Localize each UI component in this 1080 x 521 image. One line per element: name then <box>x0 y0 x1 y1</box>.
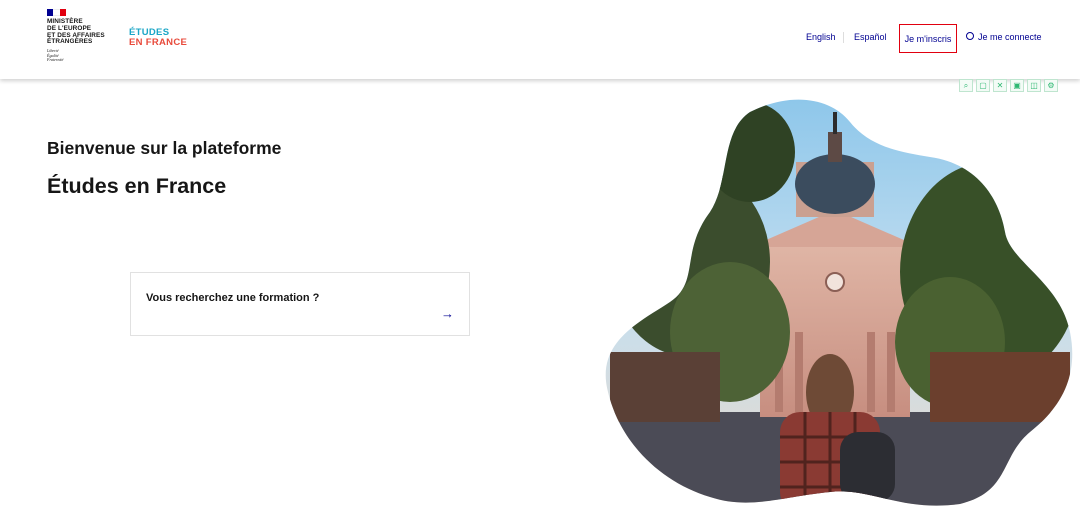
language-spanish-link[interactable]: Español <box>854 23 887 52</box>
user-icon <box>966 32 974 40</box>
image-icon[interactable]: ◫ <box>1027 79 1041 92</box>
site-header: MINISTÈRE DE L'EUROPE ET DES AFFAIRES ÉT… <box>0 0 1080 79</box>
search-icon[interactable]: ⌕ <box>959 79 973 92</box>
login-button[interactable]: Je me connecte <box>966 23 1042 52</box>
register-button[interactable]: Je m'inscris <box>899 24 957 53</box>
language-english-link[interactable]: English <box>806 23 836 52</box>
search-formation-label: Vous recherchez une formation ? <box>146 292 320 304</box>
page-title: Études en France <box>47 174 227 198</box>
ministry-logo[interactable]: MINISTÈRE DE L'EUROPE ET DES AFFAIRES ÉT… <box>47 9 113 62</box>
brand-line-2: EN FRANCE <box>129 37 188 48</box>
floating-toolbar: ⌕ ▢ ✕ ▣ ◫ ⚙ <box>959 79 1058 92</box>
hero-image-sorbonne <box>605 99 1073 506</box>
etudes-en-france-logo[interactable]: ÉTUDES EN FRANCE <box>129 28 187 48</box>
welcome-heading: Bienvenue sur la plateforme <box>47 138 282 158</box>
settings-icon[interactable]: ⚙ <box>1044 79 1058 92</box>
login-label: Je me connecte <box>978 32 1042 42</box>
ministry-name: MINISTÈRE DE L'EUROPE ET DES AFFAIRES ÉT… <box>47 18 105 46</box>
copy-icon[interactable]: ▢ <box>976 79 990 92</box>
french-flag-icon <box>47 9 66 16</box>
republic-motto: Liberté Égalité Fraternité <box>47 48 64 62</box>
nav-divider <box>843 32 844 43</box>
arrow-right-icon: → <box>441 306 454 321</box>
search-formation-card[interactable]: Vous recherchez une formation ? → <box>130 272 470 336</box>
expand-icon[interactable]: ✕ <box>993 79 1007 92</box>
save-icon[interactable]: ▣ <box>1010 79 1024 92</box>
